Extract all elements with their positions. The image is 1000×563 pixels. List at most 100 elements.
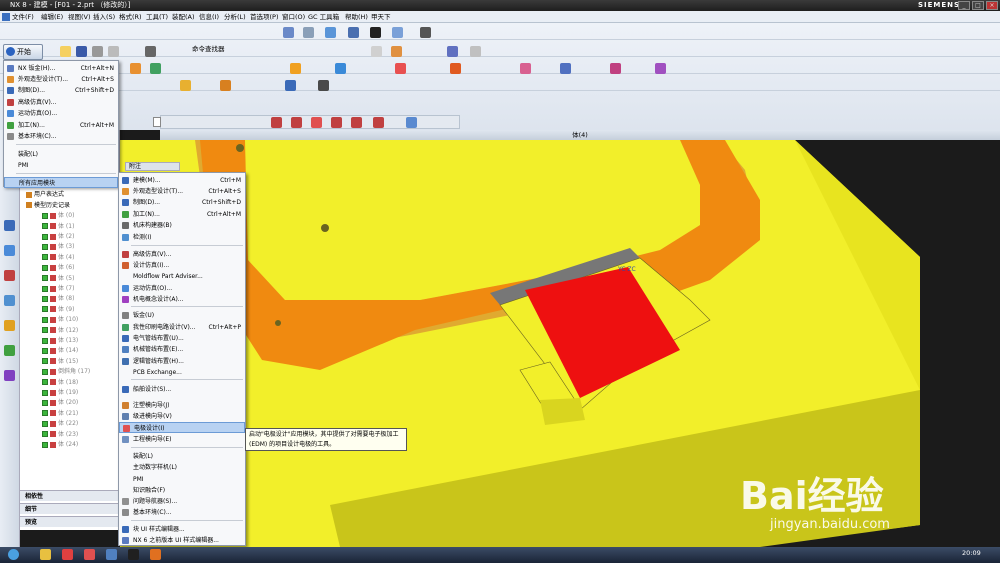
navigator-group[interactable]: 用户表达式 — [20, 190, 120, 200]
undo-icon[interactable] — [145, 46, 156, 57]
model-history-item[interactable]: 体 (22) — [20, 419, 120, 429]
snap-face-icon[interactable] — [406, 117, 417, 128]
modeling-tool-6-icon[interactable] — [450, 63, 461, 74]
model-history-item[interactable]: 体 (14) — [20, 346, 120, 356]
fit-view-icon[interactable] — [283, 27, 294, 38]
snap-point-icon[interactable] — [271, 117, 282, 128]
constraint-navigator-icon[interactable] — [4, 270, 15, 281]
checkbox[interactable] — [42, 295, 48, 302]
menu-info[interactable]: 信息(I) — [199, 11, 219, 23]
model-history-item[interactable]: 体 (23) — [20, 430, 120, 440]
start-menu-item[interactable]: 高级仿真(V)... — [4, 97, 118, 108]
submenu-item[interactable]: 钣金(U) — [119, 310, 245, 321]
column-header[interactable]: 附注 — [125, 162, 180, 171]
snap-center-icon[interactable] — [331, 117, 342, 128]
start-menu-item[interactable]: 基本环境(C)... — [4, 131, 118, 142]
checkbox[interactable] — [42, 285, 48, 292]
menu-format[interactable]: 格式(R) — [119, 11, 142, 23]
menu-gc-toolbox[interactable]: GC 工具箱 — [308, 11, 339, 23]
nx-taskbar-icon[interactable] — [106, 549, 117, 560]
menu-window[interactable]: 窗口(O) — [282, 11, 305, 23]
submenu-item[interactable]: 机床构建器(B) — [119, 220, 245, 231]
mold-tool-3-icon[interactable] — [285, 80, 296, 91]
menu-help[interactable]: 帮助(H) — [345, 11, 368, 23]
checkbox[interactable] — [42, 347, 48, 354]
checkbox[interactable] — [42, 306, 48, 313]
command-finder-label[interactable]: 命令查找器 — [192, 43, 225, 53]
menu-assembly[interactable]: 装配(A) — [172, 11, 195, 23]
modeling-tool-9-icon[interactable] — [610, 63, 621, 74]
filter-dropdown[interactable] — [153, 117, 161, 127]
checkbox[interactable] — [42, 327, 48, 334]
model-history-item[interactable]: 倒斜角 (17) — [20, 367, 120, 377]
model-history-item[interactable]: 体 (8) — [20, 294, 120, 304]
model-history-item[interactable]: 体 (19) — [20, 388, 120, 398]
model-history-item[interactable]: 体 (5) — [20, 274, 120, 284]
submenu-item[interactable]: 制图(D)... Ctrl+Shift+D — [119, 197, 245, 208]
start-menu-item[interactable]: 制图(D)... Ctrl+Shift+D — [4, 85, 118, 96]
model-history-item[interactable]: 体 (20) — [20, 398, 120, 408]
start-menu-item[interactable]: 外观造型设计(T)... Ctrl+Alt+S — [4, 74, 118, 85]
model-history-item[interactable]: 体 (21) — [20, 409, 120, 419]
render-style-icon[interactable] — [370, 27, 381, 38]
save-icon[interactable] — [76, 46, 87, 57]
checkbox[interactable] — [42, 420, 48, 427]
submenu-item[interactable]: 逻辑管线布置(H)... — [119, 356, 245, 367]
roles-icon[interactable] — [4, 320, 15, 331]
submenu-item[interactable]: Moldflow Part Adviser... — [119, 271, 245, 282]
wireframe-icon[interactable] — [325, 27, 336, 38]
model-history-item[interactable]: 体 (15) — [20, 357, 120, 367]
preview-panel[interactable]: 预览 — [20, 516, 120, 527]
cut-icon[interactable] — [92, 46, 103, 57]
snap-midpoint-icon[interactable] — [311, 117, 322, 128]
measure-icon[interactable] — [470, 46, 481, 57]
checkbox[interactable] — [42, 410, 48, 417]
submenu-item[interactable]: 船舶设计(S)... — [119, 384, 245, 395]
start-menu-item[interactable]: PMI — [4, 160, 118, 171]
new-file-icon[interactable] — [60, 46, 71, 57]
model-history-item[interactable]: 体 (2) — [20, 232, 120, 242]
maximize-button[interactable]: □ — [972, 1, 984, 10]
checkbox[interactable] — [42, 358, 48, 365]
start-button[interactable]: 开始 — [3, 44, 43, 60]
checkbox[interactable] — [42, 212, 48, 219]
model-history-item[interactable]: 体 (24) — [20, 440, 120, 450]
start-menu-item[interactable]: NX 钣金(H)... Ctrl+Alt+N — [4, 63, 118, 74]
submenu-item[interactable]: PMI — [119, 474, 245, 485]
modeling-tool-5-icon[interactable] — [395, 63, 406, 74]
submenu-item[interactable]: 级进模向导(V) — [119, 411, 245, 422]
feature-icon[interactable] — [447, 46, 458, 57]
start-menu-item[interactable]: 所有应用模块 — [4, 177, 118, 188]
model-history-item[interactable]: 体 (0) — [20, 211, 120, 221]
model-history-item[interactable]: 体 (1) — [20, 222, 120, 232]
start-menu-item[interactable]: 加工(N)... Ctrl+Alt+M — [4, 120, 118, 131]
checkbox[interactable] — [42, 316, 48, 323]
submenu-item[interactable]: 问题导航器(S)... — [119, 496, 245, 507]
menu-extra[interactable]: 甲天下 — [371, 11, 391, 23]
app-icon-1[interactable] — [84, 549, 95, 560]
checkbox[interactable] — [42, 399, 48, 406]
firefox-icon[interactable] — [150, 549, 161, 560]
menu-view[interactable]: 视图(V) — [68, 11, 91, 23]
menu-insert[interactable]: 插入(S) — [93, 11, 115, 23]
model-history-item[interactable]: 体 (13) — [20, 336, 120, 346]
checkbox[interactable] — [42, 379, 48, 386]
mold-tool-2-icon[interactable] — [220, 80, 231, 91]
modeling-tool-1-icon[interactable] — [130, 63, 141, 74]
layer-icon[interactable] — [392, 27, 403, 38]
submenu-item[interactable]: 设计仿真(I)... — [119, 260, 245, 271]
menu-edit[interactable]: 编辑(E) — [41, 11, 63, 23]
model-history-item[interactable]: 体 (3) — [20, 242, 120, 252]
submenu-item[interactable]: PCB Exchange... — [119, 367, 245, 378]
model-history-item[interactable]: 体 (10) — [20, 315, 120, 325]
reuse-library-icon[interactable] — [4, 345, 15, 356]
history-icon[interactable] — [4, 295, 15, 306]
submenu-item[interactable]: 运动仿真(O)... — [119, 283, 245, 294]
checkbox[interactable] — [42, 431, 48, 438]
mold-tool-4-icon[interactable] — [318, 80, 329, 91]
submenu-item[interactable]: 建模(M)... Ctrl+M — [119, 175, 245, 186]
submenu-item[interactable]: 基本环境(C)... — [119, 507, 245, 518]
checkbox[interactable] — [42, 389, 48, 396]
close-button[interactable]: × — [986, 1, 998, 10]
checkbox[interactable] — [42, 441, 48, 448]
